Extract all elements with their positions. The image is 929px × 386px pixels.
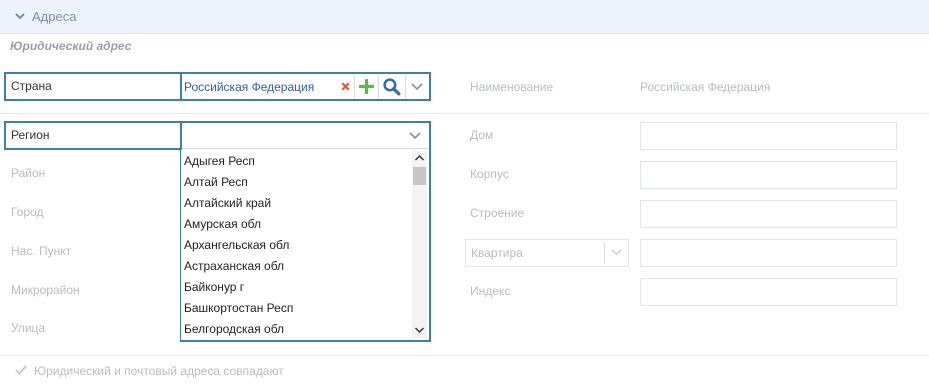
region-dropdown-list[interactable]: Адыгея Респ Алтай Респ Алтайский край Ам… xyxy=(181,150,429,340)
index-input[interactable] xyxy=(640,278,897,306)
list-item[interactable]: Архангельская обл xyxy=(184,238,289,252)
region-input[interactable] xyxy=(182,123,429,149)
list-item[interactable]: Белгородская обл xyxy=(184,322,284,336)
plus-icon[interactable] xyxy=(358,78,375,95)
apartment-input[interactable] xyxy=(640,239,897,267)
list-item[interactable]: Башкортостан Респ xyxy=(184,301,293,315)
scroll-down-icon[interactable] xyxy=(414,326,425,334)
street-label: Улица xyxy=(11,321,46,335)
list-item[interactable]: Алтай Респ xyxy=(184,175,248,189)
divider xyxy=(378,75,379,98)
locality-label: Нас. Пункт xyxy=(11,244,72,258)
index-label: Индекс xyxy=(470,284,511,298)
list-item[interactable]: Байконур г xyxy=(184,280,244,294)
structure-label: Строение xyxy=(470,206,525,220)
district-label: Район xyxy=(11,166,46,180)
building-input[interactable] xyxy=(640,161,897,189)
name-label: Наименование xyxy=(470,80,554,94)
divider xyxy=(0,355,929,356)
search-icon[interactable] xyxy=(382,77,401,96)
divider xyxy=(405,75,406,98)
list-item[interactable]: Адыгея Респ xyxy=(184,154,255,168)
microdistrict-label: Микрорайон xyxy=(11,283,80,297)
chevron-down-icon[interactable] xyxy=(411,83,423,91)
legal-address-subtitle: Юридический адрес xyxy=(10,39,132,53)
check-icon[interactable] xyxy=(14,363,28,377)
list-item[interactable]: Алтайский край xyxy=(184,196,271,210)
structure-input[interactable] xyxy=(640,200,897,228)
section-title: Адреса xyxy=(32,9,77,24)
scroll-up-icon[interactable] xyxy=(414,154,425,162)
apartment-select-value: Квартира xyxy=(471,246,523,260)
country-value[interactable]: Российская Федерация xyxy=(184,80,314,94)
same-address-checkbox-label[interactable]: Юридический и почтовый адреса совпадают xyxy=(34,364,284,378)
house-label: Дом xyxy=(470,128,494,142)
scrollbar-thumb[interactable] xyxy=(413,167,426,185)
list-item[interactable]: Астраханская обл xyxy=(184,259,284,273)
divider xyxy=(604,242,605,264)
city-label: Город xyxy=(11,205,44,219)
list-item[interactable]: Амурская обл xyxy=(184,217,261,231)
building-label: Корпус xyxy=(470,167,509,181)
addresses-section-header[interactable] xyxy=(0,0,929,34)
divider xyxy=(354,75,355,98)
close-icon[interactable] xyxy=(340,81,351,92)
chevron-down-icon[interactable] xyxy=(611,249,622,256)
region-label: Регион xyxy=(11,128,50,142)
house-input[interactable] xyxy=(640,122,897,150)
country-label-highlight xyxy=(4,72,182,101)
divider xyxy=(0,113,929,114)
name-value: Российская Федерация xyxy=(640,80,771,94)
chevron-down-icon[interactable] xyxy=(409,132,421,140)
chevron-down-icon[interactable] xyxy=(14,10,26,22)
